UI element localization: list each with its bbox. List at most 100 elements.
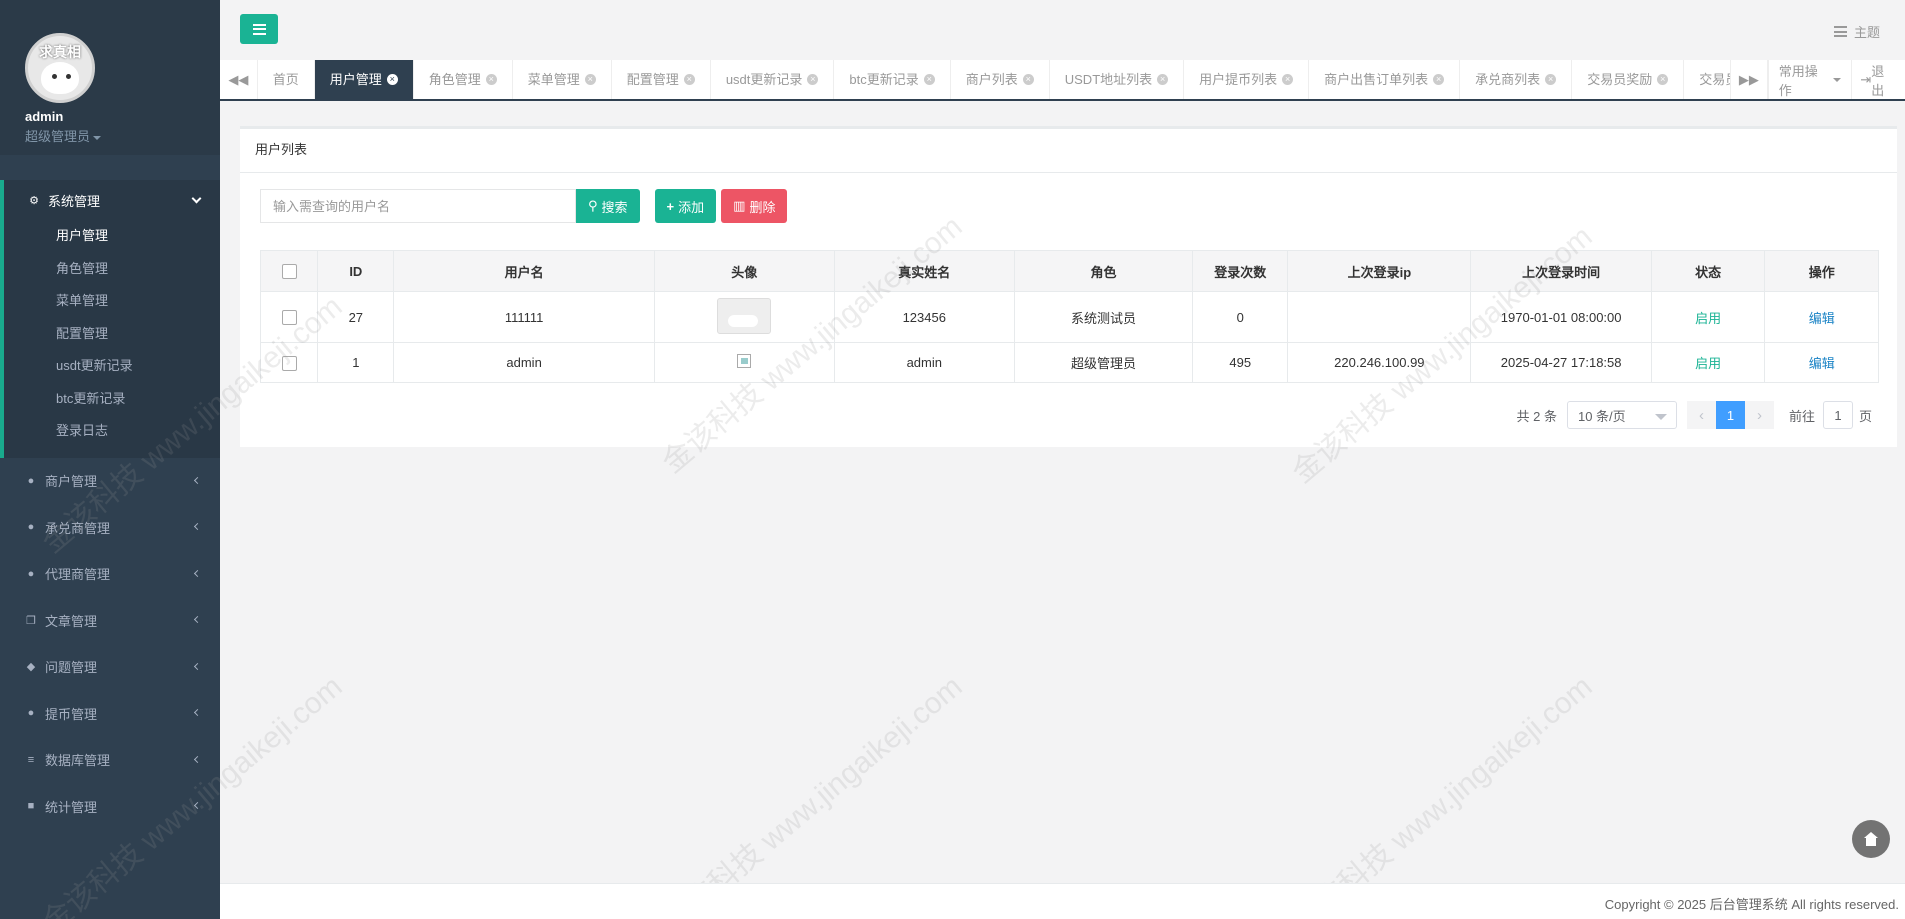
add-button[interactable]: + 添加 [654,189,717,223]
tabs-scroll-right-button[interactable]: ▶▶ [1730,60,1768,99]
chevron-left-icon [193,476,202,484]
tab-merchant-sell-orders[interactable]: 商户出售订单列表 × [1309,60,1461,99]
tab-config-management[interactable]: 配置管理 × [612,60,711,99]
delete-button[interactable]: ▥ 删除 [721,189,788,223]
theme-icon [1833,26,1847,37]
tab-home[interactable]: 首页 [258,60,315,99]
close-icon[interactable]: × [1657,74,1669,85]
edit-link[interactable]: 编辑 [1809,356,1835,371]
tab-strip: 首页 用户管理 × 角色管理 × 菜单管理 × 配置管理 × usdt更新记录 × btc… [258,60,1730,99]
copy-icon: ❐ [26,614,36,627]
close-icon[interactable]: × [386,74,398,85]
next-page-button[interactable]: › [1744,401,1774,429]
avatar[interactable]: 求真相 [25,33,95,103]
watermark: 金该科技 www.jingaikeji.com [1286,669,1599,919]
select-all-checkbox[interactable] [281,264,297,280]
sidebar-item-user-management[interactable]: 用户管理 [4,220,220,253]
status-badge[interactable]: 启用 [1695,311,1721,326]
prev-page-button[interactable]: ‹ [1686,401,1716,429]
tab-menu-management[interactable]: 菜单管理 × [513,60,612,99]
close-icon[interactable]: × [485,74,497,85]
edit-link[interactable]: 编辑 [1809,311,1835,326]
tabs-scroll-left-button[interactable]: ◀◀ [220,60,258,99]
column-header[interactable]: 用户名 [393,250,655,292]
close-icon[interactable]: × [923,74,935,85]
user-list-panel: 用户列表 ⚲搜索 +添加 ▥删除 ID 用户名 头像 真实姓名 角色 登录次数 … [240,126,1897,447]
tab-user-management[interactable]: 用户管理 × [314,60,414,99]
tab-usdt-address-list[interactable]: USDT地址列表 × [1050,60,1185,99]
theme-button[interactable]: 主题 [1833,22,1880,41]
close-icon[interactable]: × [807,74,819,85]
sidebar-group-system-header[interactable]: ⚙ 系统管理 [4,180,220,220]
sidebar-item-btc-log[interactable]: btc更新记录 [4,383,220,416]
close-icon[interactable]: × [1282,74,1294,85]
column-header[interactable]: ID [317,250,395,292]
sidebar-group-database[interactable]: ≡ 数据库管理 [0,737,220,784]
cell-role: 系统测试员 [1013,291,1194,343]
tab-withdraw-list[interactable]: 用户提币列表 × [1184,60,1310,99]
cell-real-name: 123456 [833,291,1015,343]
column-header[interactable]: 状态 [1650,250,1766,292]
cell-last-time: 1970-01-01 08:00:00 [1470,291,1652,343]
user-table: ID 用户名 头像 真实姓名 角色 登录次数 上次登录ip 上次登录时间 状态 … [259,250,1879,383]
column-header[interactable]: 上次登录时间 [1470,250,1652,292]
close-icon[interactable]: × [1022,74,1034,85]
sidebar-item-config-management[interactable]: 配置管理 [4,318,220,351]
column-header[interactable]: 角色 [1013,250,1194,292]
chevron-down-icon [191,193,202,204]
page-size-select[interactable]: 10 条/页 [1566,401,1677,429]
sidebar-group-acceptor[interactable]: ● 承兑商管理 [0,504,220,551]
watermark: 金该科技 www.jingaikeji.com [656,669,969,919]
close-icon[interactable]: × [1157,74,1169,85]
status-badge[interactable]: 启用 [1695,356,1721,371]
sidebar-item-role-management[interactable]: 角色管理 [4,253,220,286]
sidebar-item-menu-management[interactable]: 菜单管理 [4,285,220,318]
sidebar-group-question[interactable]: ◆ 问题管理 [0,644,220,691]
page-number-button[interactable]: 1 [1715,401,1745,429]
avatar-thumbnail[interactable] [717,297,772,334]
tab-usdt-log[interactable]: usdt更新记录 × [711,60,835,99]
tab-trader-reward[interactable]: 交易员奖励 × [1572,60,1685,99]
goto-page-input[interactable] [1822,401,1853,429]
close-icon[interactable]: × [584,74,596,85]
sidebar-group-statistics[interactable]: ■ 统计管理 [0,783,220,830]
sidebar-group-merchant[interactable]: ● 商户管理 [0,458,220,505]
search-input[interactable] [260,189,576,223]
tab-btc-log[interactable]: btc更新记录 × [834,60,951,99]
column-header[interactable]: 上次登录ip [1287,250,1472,292]
search-button[interactable]: ⚲ 搜索 [576,189,640,223]
logout-button[interactable]: ⇥ 退出 [1851,60,1905,99]
tab-merchant-list[interactable]: 商户列表 × [951,60,1050,99]
gear-icon: ⚙ [29,194,39,207]
cell-username: 111111 [393,291,655,343]
cell-last-time: 2025-04-27 17:18:58 [1470,342,1652,383]
close-icon[interactable]: × [1545,74,1557,85]
tab-acceptor-list[interactable]: 承兑商列表 × [1460,60,1573,99]
row-checkbox[interactable] [281,355,297,371]
row-checkbox[interactable] [281,310,297,326]
sidebar-group-withdraw[interactable]: ● 提币管理 [0,690,220,737]
cell-real-name: admin [833,342,1015,383]
profile-role-dropdown[interactable]: 超级管理员 [25,126,220,145]
tab-trader-recharge[interactable]: 交易员充 [1684,60,1730,99]
column-header[interactable]: 真实姓名 [833,250,1015,292]
home-float-button[interactable] [1852,820,1890,858]
sidebar-item-usdt-log[interactable]: usdt更新记录 [4,350,220,383]
pagination-total: 共 2 条 [1516,408,1557,424]
common-ops-dropdown[interactable]: 常用操作 [1767,60,1852,99]
sidebar-group-system: ⚙ 系统管理 用户管理 角色管理 菜单管理 配置管理 usdt更新记录 btc更… [0,180,220,458]
close-icon[interactable]: × [1433,74,1445,85]
chevron-left-icon: ‹ [1698,406,1704,424]
tab-role-management[interactable]: 角色管理 × [414,60,513,99]
sign-out-icon: ⇥ [1860,71,1872,87]
cell-login-count: 0 [1192,291,1289,343]
sidebar-item-login-log[interactable]: 登录日志 [4,415,220,448]
sidebar-group-article[interactable]: ❐ 文章管理 [0,597,220,644]
column-header[interactable]: 操作 [1764,250,1879,292]
close-icon[interactable]: × [683,74,695,85]
column-header[interactable]: 头像 [653,250,835,292]
column-header[interactable]: 登录次数 [1192,250,1289,292]
sidebar: 求真相 admin 超级管理员 ⚙ 系统管理 用户管理 角色管理 菜单管理 配置… [0,0,220,919]
sidebar-group-agent[interactable]: ● 代理商管理 [0,551,220,598]
sidebar-toggle-button[interactable] [240,14,278,44]
